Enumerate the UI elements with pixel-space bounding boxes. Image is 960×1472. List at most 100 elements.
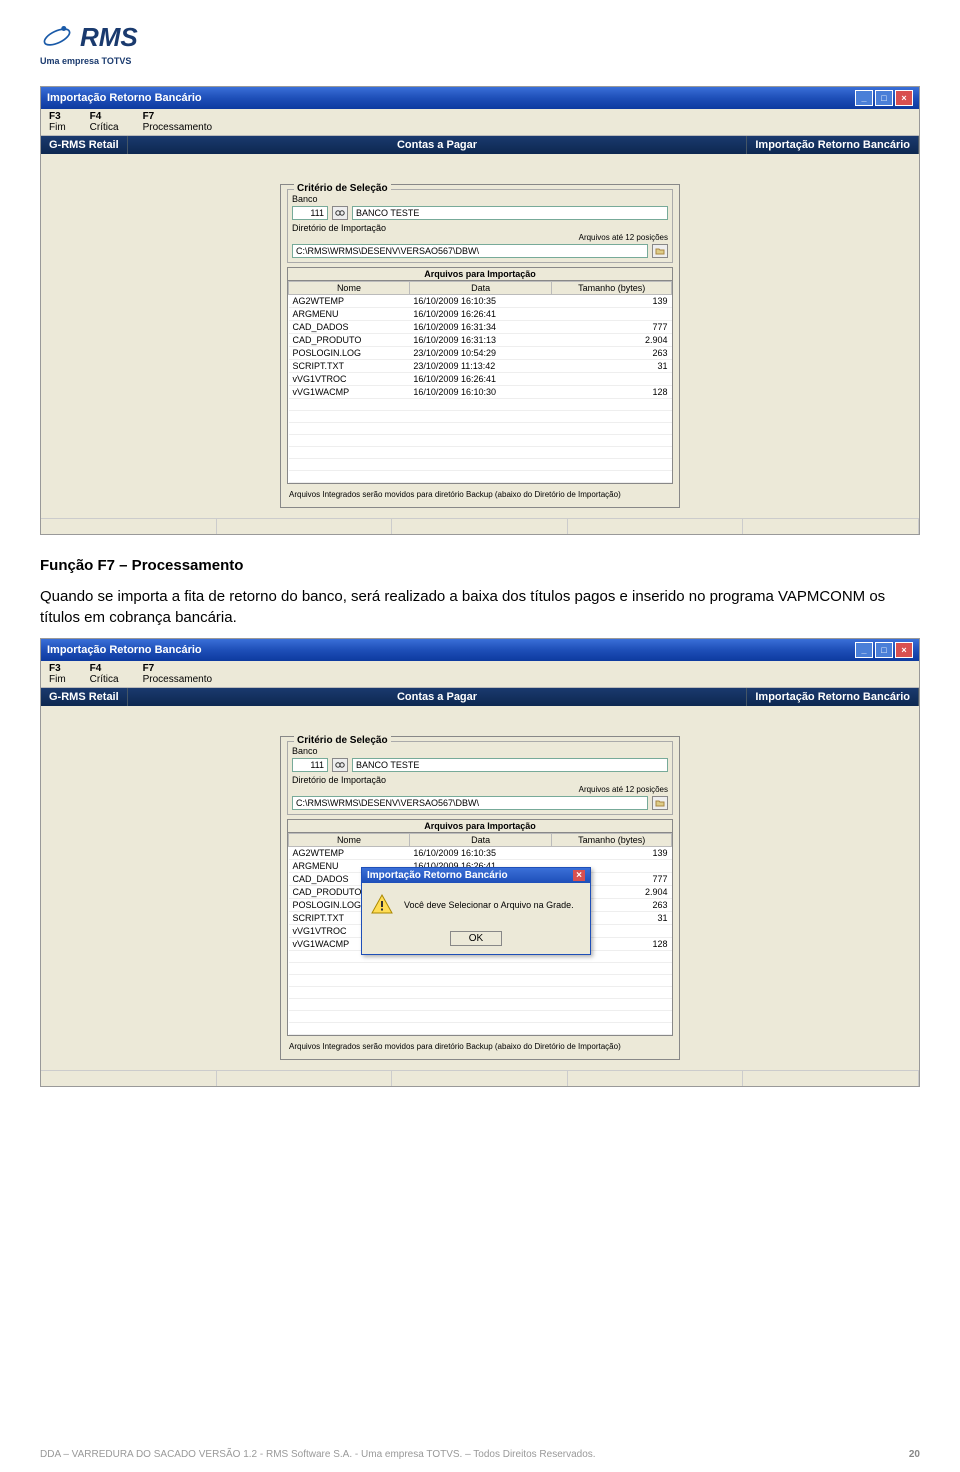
col-tamanho[interactable]: Tamanho (bytes) <box>552 282 672 295</box>
banco-lookup-button[interactable] <box>332 206 348 220</box>
menu-f7[interactable]: F7Processamento <box>143 663 212 685</box>
logo-text: RMS <box>80 22 138 53</box>
crumb-mid: Contas a Pagar <box>128 688 748 706</box>
table-row[interactable]: vVG1VTROC16/10/2009 16:26:41 <box>289 373 672 386</box>
table-row[interactable] <box>289 975 672 987</box>
menu-f3[interactable]: F3Fim <box>49 663 66 685</box>
table-row[interactable] <box>289 987 672 999</box>
banco-label: Banco <box>292 194 668 204</box>
folder-icon <box>655 798 665 808</box>
menubar: F3Fim F4Crítica F7Processamento <box>41 109 919 136</box>
banco-code-input[interactable]: 111 <box>292 758 328 772</box>
criteria-legend: Critério de Seleção <box>294 735 391 746</box>
menu-f4[interactable]: F4Crítica <box>90 663 119 685</box>
dialog-title: Importação Retorno Bancário <box>367 870 508 881</box>
col-nome[interactable]: Nome <box>289 282 410 295</box>
crumb-right: Importação Retorno Bancário <box>747 688 919 706</box>
table-row[interactable]: AG2WTEMP16/10/2009 16:10:35139 <box>289 847 672 860</box>
alert-dialog: Importação Retorno Bancário × Você deve … <box>361 867 591 955</box>
folder-icon <box>655 246 665 256</box>
maximize-button[interactable]: □ <box>875 90 893 106</box>
footer-text: DDA – VARREDURA DO SACADO VERSÃO 1.2 - R… <box>40 1449 596 1460</box>
window-titlebar: Importação Retorno Bancário _ □ × <box>41 639 919 661</box>
table-row[interactable] <box>289 963 672 975</box>
table-row[interactable]: CAD_DADOS16/10/2009 16:31:34777 <box>289 321 672 334</box>
table-row[interactable] <box>289 399 672 411</box>
banco-name-input[interactable]: BANCO TESTE <box>352 758 668 772</box>
screenshot-2: Importação Retorno Bancário _ □ × F3Fim … <box>40 638 920 1087</box>
dialog-close-button[interactable]: × <box>573 870 585 881</box>
col-data[interactable]: Data <box>409 282 551 295</box>
table-row[interactable] <box>289 1011 672 1023</box>
col-tamanho[interactable]: Tamanho (bytes) <box>552 834 672 847</box>
breadcrumb: G-RMS Retail Contas a Pagar Importação R… <box>41 136 919 154</box>
dir-browse-button[interactable] <box>652 244 668 258</box>
close-button[interactable]: × <box>895 90 913 106</box>
dir-label: Diretório de Importação <box>292 223 668 233</box>
window-titlebar: Importação Retorno Bancário _ □ × <box>41 87 919 109</box>
dir-input[interactable]: C:\RMS\WRMS\DESENV\VERSAO567\DBW\ <box>292 796 648 810</box>
criteria-legend: Critério de Seleção <box>294 183 391 194</box>
table-row[interactable] <box>289 411 672 423</box>
crumb-mid: Contas a Pagar <box>128 136 748 154</box>
page-footer: DDA – VARREDURA DO SACADO VERSÃO 1.2 - R… <box>0 1449 960 1460</box>
maximize-button[interactable]: □ <box>875 642 893 658</box>
watermark: TOTVS <box>950 540 960 958</box>
menu-f7[interactable]: F7Processamento <box>143 111 212 133</box>
banco-lookup-button[interactable] <box>332 758 348 772</box>
menu-f3[interactable]: F3Fim <box>49 111 66 133</box>
window-title: Importação Retorno Bancário <box>47 92 202 104</box>
grid-title: Arquivos para Importação <box>288 820 672 833</box>
section-heading: Função F7 – Processamento <box>40 555 920 576</box>
table-row[interactable]: ARGMENU16/10/2009 16:26:41 <box>289 308 672 321</box>
statusbar <box>41 1070 919 1086</box>
table-row[interactable] <box>289 435 672 447</box>
grid-title: Arquivos para Importação <box>288 268 672 281</box>
panel-footer-note: Arquivos Integrados serão movidos para d… <box>287 1040 673 1053</box>
menu-f4[interactable]: F4Crítica <box>90 111 119 133</box>
logo: RMS Uma empresa TOTVS <box>40 20 920 66</box>
table-row[interactable]: CAD_PRODUTO16/10/2009 16:31:132.904 <box>289 334 672 347</box>
table-row[interactable]: SCRIPT.TXT23/10/2009 11:13:4231 <box>289 360 672 373</box>
breadcrumb: G-RMS Retail Contas a Pagar Importação R… <box>41 688 919 706</box>
dialog-message: Você deve Selecionar o Arquivo na Grade. <box>404 900 574 910</box>
menubar: F3Fim F4Crítica F7Processamento <box>41 661 919 688</box>
file-grid[interactable]: Arquivos para Importação Nome Data Taman… <box>287 267 673 484</box>
warning-icon <box>370 893 394 917</box>
table-row[interactable]: POSLOGIN.LOG23/10/2009 10:54:29263 <box>289 347 672 360</box>
dir-browse-button[interactable] <box>652 796 668 810</box>
table-row[interactable] <box>289 999 672 1011</box>
criteria-panel: Critério de Seleção Banco 111 BANCO TEST… <box>280 184 680 508</box>
minimize-button[interactable]: _ <box>855 90 873 106</box>
dir-input[interactable]: C:\RMS\WRMS\DESENV\VERSAO567\DBW\ <box>292 244 648 258</box>
table-row[interactable] <box>289 1023 672 1035</box>
crumb-right: Importação Retorno Bancário <box>747 136 919 154</box>
close-button[interactable]: × <box>895 642 913 658</box>
banco-name-input[interactable]: BANCO TESTE <box>352 206 668 220</box>
binoculars-icon <box>335 760 345 770</box>
table-row[interactable] <box>289 459 672 471</box>
banco-code-input[interactable]: 111 <box>292 206 328 220</box>
panel-footer-note: Arquivos Integrados serão movidos para d… <box>287 488 673 501</box>
col-data[interactable]: Data <box>409 834 551 847</box>
table-row[interactable]: AG2WTEMP16/10/2009 16:10:35139 <box>289 295 672 308</box>
table-row[interactable] <box>289 423 672 435</box>
dialog-ok-button[interactable]: OK <box>450 931 502 946</box>
table-row[interactable]: vVG1WACMP16/10/2009 16:10:30128 <box>289 386 672 399</box>
table-row[interactable] <box>289 471 672 483</box>
dir-note: Arquivos até 12 posições <box>292 233 668 242</box>
screenshot-1: Importação Retorno Bancário _ □ × F3Fim … <box>40 86 920 535</box>
dir-note: Arquivos até 12 posições <box>292 785 668 794</box>
col-nome[interactable]: Nome <box>289 834 410 847</box>
crumb-left: G-RMS Retail <box>41 136 128 154</box>
window-title: Importação Retorno Bancário <box>47 644 202 656</box>
crumb-left: G-RMS Retail <box>41 688 128 706</box>
statusbar <box>41 518 919 534</box>
logo-tagline: Uma empresa TOTVS <box>40 56 920 66</box>
banco-label: Banco <box>292 746 668 756</box>
table-row[interactable] <box>289 447 672 459</box>
section-paragraph: Quando se importa a fita de retorno do b… <box>40 586 920 628</box>
dir-label: Diretório de Importação <box>292 775 668 785</box>
page-number: 20 <box>909 1449 920 1460</box>
minimize-button[interactable]: _ <box>855 642 873 658</box>
